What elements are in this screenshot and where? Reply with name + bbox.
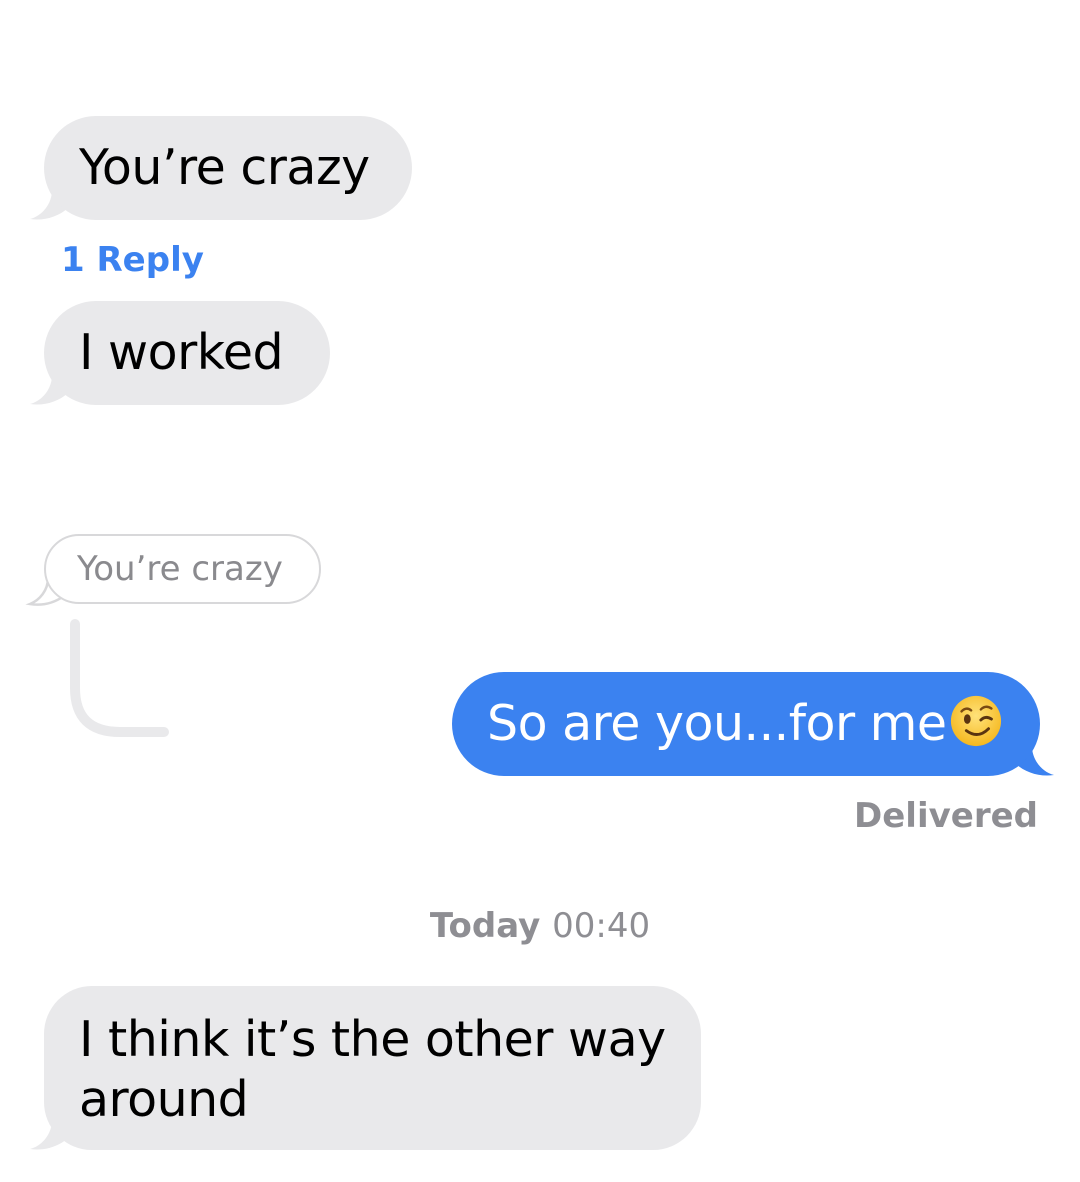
message-text: I think it’s the other way around <box>79 1011 666 1128</box>
message-bubble-incoming[interactable]: I think it’s the other way around <box>44 986 701 1150</box>
message-bubble-outgoing[interactable]: So are you...for me <box>452 672 1040 776</box>
reply-connector-line <box>70 619 169 737</box>
winking-face-icon <box>950 695 1001 747</box>
quoted-reply-text: You’re crazy <box>77 549 283 589</box>
timestamp: Today 00:40 <box>0 902 1080 950</box>
message-thread: You’re crazy 1 Reply I worked You’re cra… <box>0 0 1080 1182</box>
message-text: So are you...for me <box>487 695 947 752</box>
delivery-status: Delivered <box>854 796 1038 836</box>
quoted-reply-bubble[interactable]: You’re crazy <box>44 534 321 604</box>
message-bubble-incoming[interactable]: I worked <box>44 301 330 405</box>
thread-reply-link[interactable]: 1 Reply <box>61 236 204 284</box>
timestamp-time: 00:40 <box>552 906 651 946</box>
message-text: You’re crazy <box>79 139 370 196</box>
timestamp-day: Today <box>429 906 541 946</box>
message-bubble-incoming[interactable]: You’re crazy <box>44 116 412 220</box>
message-text: I worked <box>79 324 284 381</box>
